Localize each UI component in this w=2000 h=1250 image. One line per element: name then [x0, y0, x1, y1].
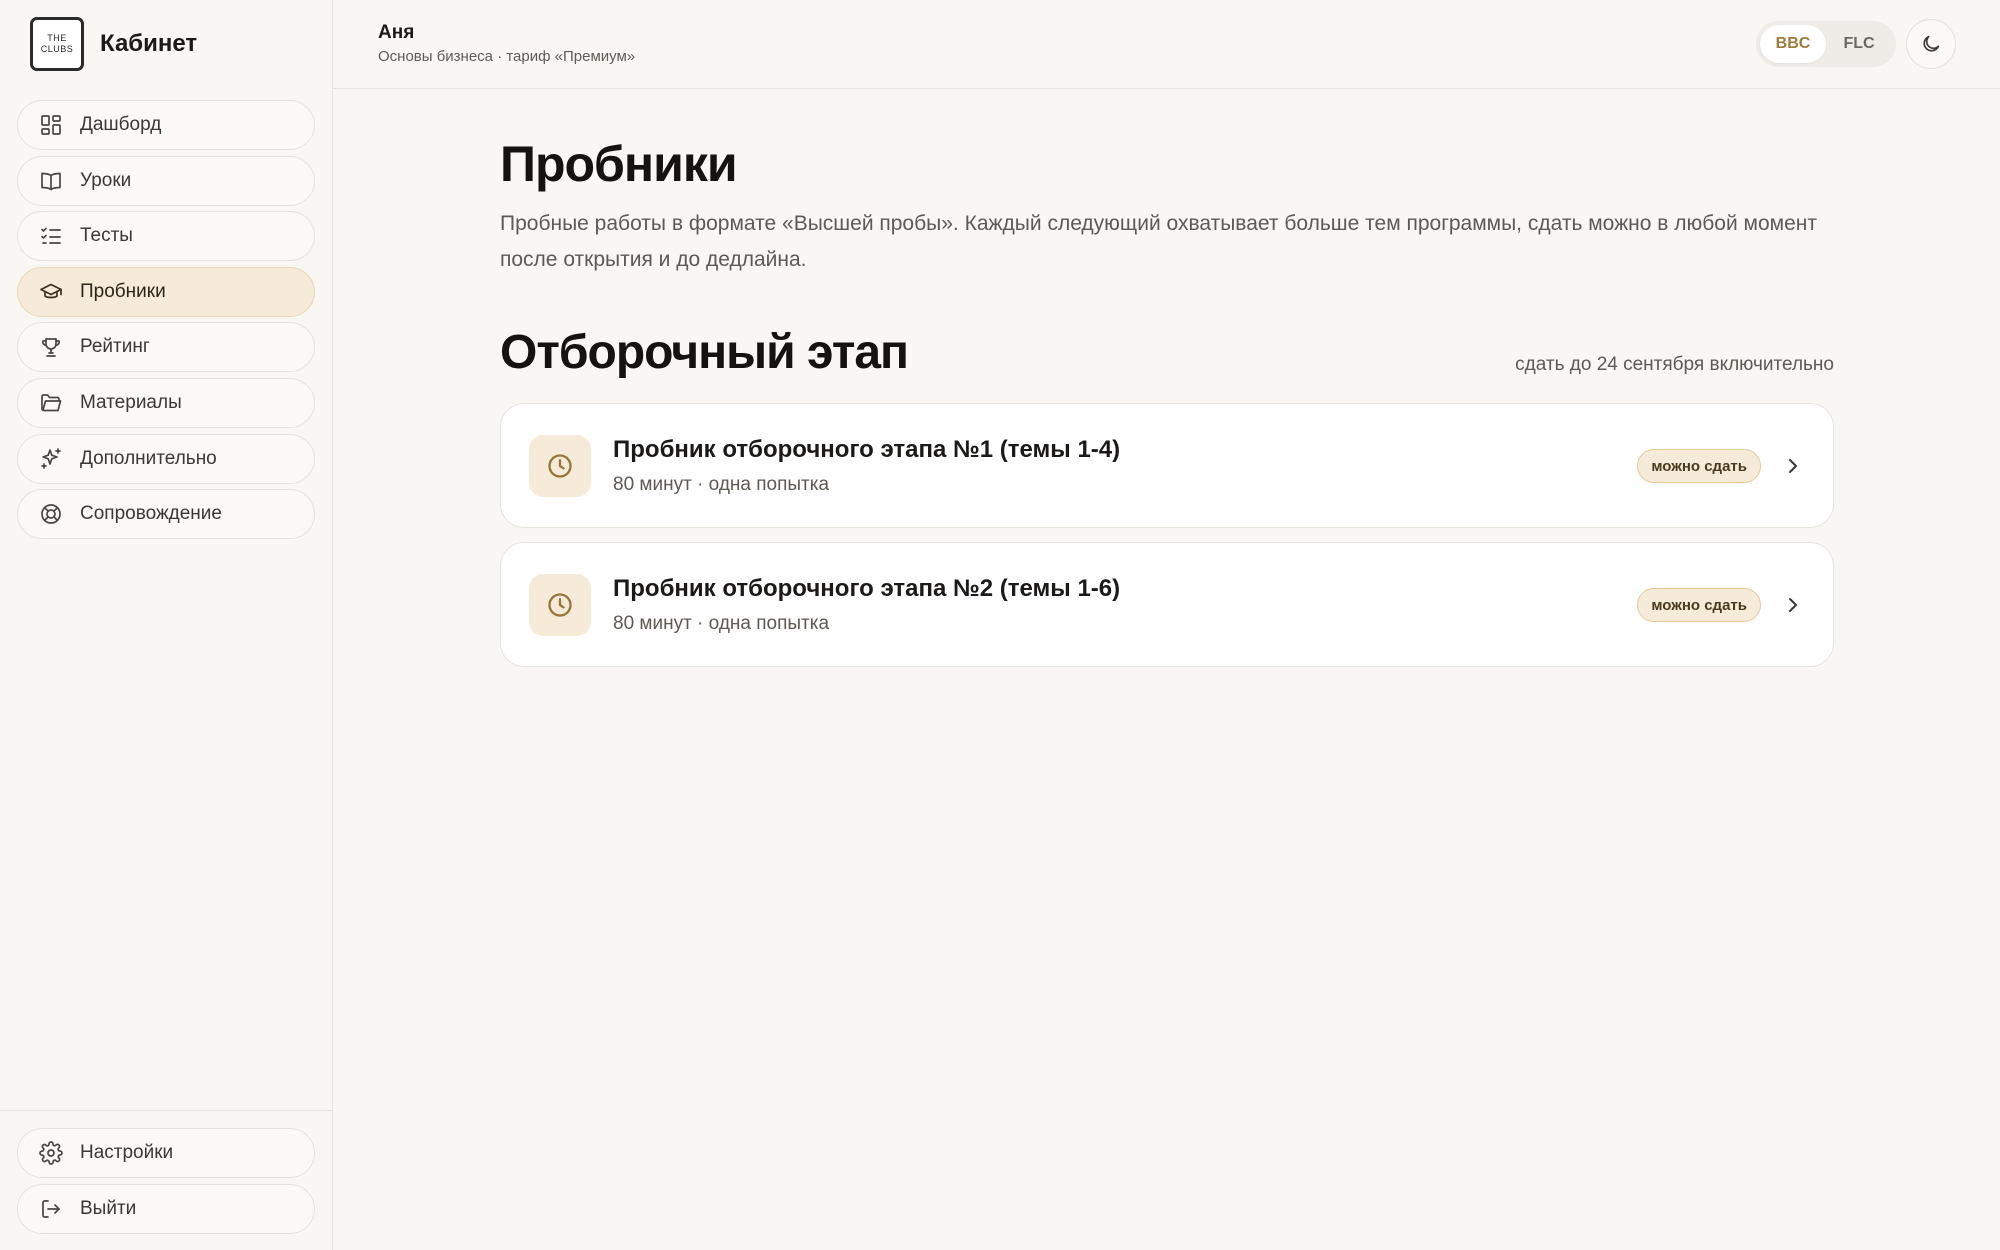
sidebar-item-tests[interactable]: Тесты	[17, 211, 315, 262]
mock-exam-card[interactable]: Пробник отборочного этапа №1 (темы 1-4) …	[500, 403, 1834, 528]
brand-title: Кабинет	[100, 30, 198, 57]
top-header: Аня Основы бизнеса · тариф «Премиум» BBC…	[333, 0, 2000, 89]
status-badge: можно сдать	[1637, 449, 1761, 483]
sidebar-bottom-nav: Настройки Выйти	[17, 1128, 315, 1239]
sidebar-item-label: Дополнительно	[80, 447, 217, 469]
sidebar-item-label: Выйти	[80, 1197, 137, 1219]
chevron-right-icon	[1781, 593, 1805, 617]
sidebar-item-support[interactable]: Сопровождение	[17, 489, 315, 540]
chevron-right-icon	[1781, 454, 1805, 478]
sidebar-item-lessons[interactable]: Уроки	[17, 155, 315, 206]
graduation-cap-icon	[38, 279, 64, 305]
sidebar-item-label: Пробники	[80, 280, 166, 302]
sidebar: THE CLUBS Кабинет Дашборд Уроки Тесты Пр…	[0, 0, 333, 1250]
trophy-icon	[38, 334, 64, 360]
dashboard-icon	[38, 112, 64, 138]
sidebar-item-extra[interactable]: Дополнительно	[17, 433, 315, 484]
sidebar-item-rating[interactable]: Рейтинг	[17, 322, 315, 373]
sidebar-item-label: Уроки	[80, 169, 132, 191]
status-badge: можно сдать	[1637, 588, 1761, 622]
checklist-icon	[38, 223, 64, 249]
logout-icon	[38, 1196, 64, 1222]
user-subtitle: Основы бизнеса · тариф «Премиум»	[378, 48, 636, 65]
sidebar-item-mock-exams[interactable]: Пробники	[17, 266, 315, 317]
sparkles-icon	[38, 446, 64, 472]
card-title: Пробник отборочного этапа №2 (темы 1-6)	[613, 575, 1121, 602]
sidebar-nav: Дашборд Уроки Тесты Пробники Рейтинг Мат…	[17, 100, 315, 545]
app: THE CLUBS Кабинет Дашборд Уроки Тесты Пр…	[0, 0, 2000, 1250]
mock-exam-card[interactable]: Пробник отборочного этапа №2 (темы 1-6) …	[500, 542, 1834, 667]
theme-toggle-button[interactable]	[1906, 19, 1956, 69]
clubs-logo: THE CLUBS	[30, 17, 84, 71]
card-subtitle: 80 минут · одна попытка	[613, 474, 830, 495]
deadline-note: сдать до 24 сентября включительно	[1515, 354, 1834, 375]
toggle-option-bbc[interactable]: BBC	[1760, 25, 1826, 63]
lifebuoy-icon	[38, 501, 64, 527]
sidebar-item-settings[interactable]: Настройки	[17, 1128, 315, 1178]
sidebar-item-label: Сопровождение	[80, 503, 222, 525]
sidebar-item-dashboard[interactable]: Дашборд	[17, 100, 315, 150]
sidebar-item-label: Настройки	[80, 1142, 174, 1163]
logo-line-1: THE	[47, 33, 67, 43]
sidebar-item-label: Дашборд	[80, 114, 162, 135]
toggle-option-flc[interactable]: FLC	[1826, 25, 1892, 63]
moon-icon	[1920, 33, 1942, 55]
page-title: Пробники	[500, 136, 738, 192]
brand[interactable]: THE CLUBS Кабинет	[30, 17, 197, 71]
card-title: Пробник отборочного этапа №1 (темы 1-4)	[613, 436, 1121, 463]
sidebar-item-label: Материалы	[80, 391, 182, 413]
card-subtitle: 80 минут · одна попытка	[613, 613, 830, 634]
sidebar-item-label: Рейтинг	[80, 336, 150, 358]
gear-icon	[38, 1140, 64, 1166]
folder-icon	[38, 390, 64, 416]
clock-icon	[529, 574, 591, 636]
page-description: Пробные работы в формате «Высшей пробы».…	[500, 212, 1817, 271]
sidebar-divider	[0, 1110, 333, 1111]
user-name: Аня	[378, 22, 415, 43]
program-toggle: BBC FLC	[1756, 21, 1896, 67]
clock-icon	[529, 435, 591, 497]
sidebar-item-label: Тесты	[80, 225, 133, 247]
sidebar-item-logout[interactable]: Выйти	[17, 1183, 315, 1234]
book-icon	[38, 168, 64, 194]
section-title: Отборочный этап	[500, 326, 909, 379]
logo-line-2: CLUBS	[40, 44, 74, 54]
sidebar-item-materials[interactable]: Материалы	[17, 377, 315, 428]
